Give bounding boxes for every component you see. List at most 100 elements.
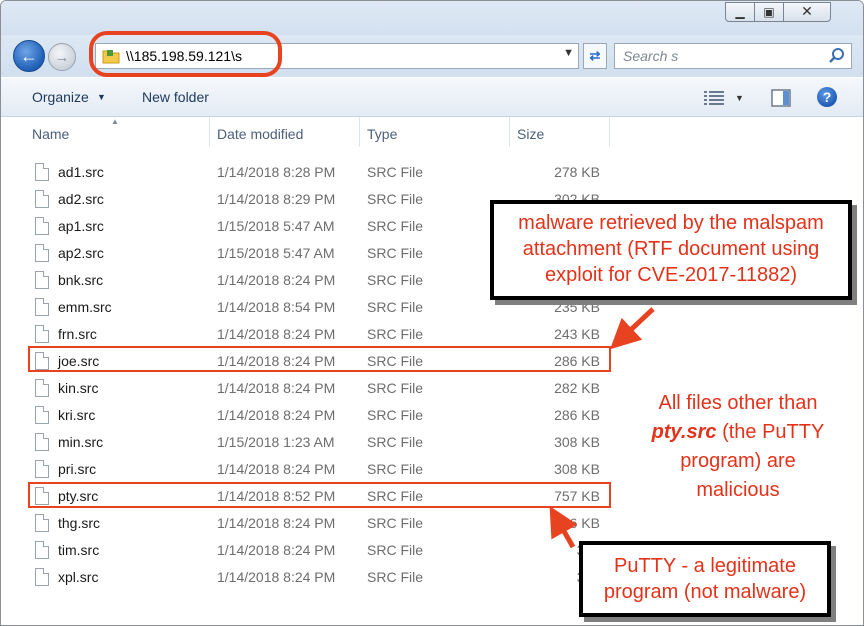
address-dropdown-icon[interactable]: ▼ <box>563 47 574 59</box>
column-size[interactable]: Size <box>517 126 544 142</box>
file-type: SRC File <box>367 299 424 315</box>
file-size: 243 KB <box>554 326 600 342</box>
putty-callout: PuTTY - a legitimate program (not malwar… <box>579 541 831 617</box>
column-divider[interactable] <box>609 117 610 147</box>
file-icon <box>35 514 49 532</box>
file-size: 308 KB <box>554 461 600 477</box>
arrow-to-pty-icon <box>549 505 578 549</box>
file-icon <box>35 379 49 397</box>
callout-line: exploit for CVE-2017-11882) <box>545 264 797 286</box>
file-name: kri.src <box>58 407 96 423</box>
file-name: xpl.src <box>58 569 99 585</box>
refresh-icon: ⇄ <box>589 48 601 63</box>
help-icon[interactable]: ? <box>817 87 837 107</box>
file-type: SRC File <box>367 218 424 234</box>
refresh-button[interactable]: ⇄ <box>583 43 607 69</box>
search-icon[interactable] <box>828 47 846 65</box>
column-divider[interactable] <box>359 117 360 147</box>
file-name: frn.src <box>58 326 97 342</box>
arrow-to-joe-icon <box>610 307 655 350</box>
file-date: 1/15/2018 5:47 AM <box>217 245 335 261</box>
malware-callout: malware retrieved by the malspam attachm… <box>490 200 852 300</box>
back-arrow-icon: ← <box>20 45 38 66</box>
note-line: All files other than <box>658 392 818 414</box>
callout-line: PuTTY - a legitimate <box>614 555 796 577</box>
callout-line: malware retrieved by the malspam <box>518 212 824 234</box>
file-size: 235 KB <box>554 299 600 315</box>
file-date: 1/14/2018 8:24 PM <box>217 272 336 288</box>
back-button[interactable]: ← <box>13 40 45 72</box>
details-view-icon[interactable] <box>704 90 724 106</box>
column-type[interactable]: Type <box>367 126 397 142</box>
minimize-icon: ▁ <box>735 5 745 19</box>
file-date: 1/15/2018 5:47 AM <box>217 218 335 234</box>
column-name[interactable]: Name <box>32 126 69 142</box>
file-date: 1/15/2018 1:23 AM <box>217 434 335 450</box>
forward-button[interactable]: → <box>48 43 76 71</box>
search-box[interactable]: Search s <box>614 43 852 69</box>
file-type: SRC File <box>367 164 424 180</box>
file-name: ad1.src <box>58 164 104 180</box>
file-row[interactable]: pri.src 1/14/2018 8:24 PM SRC File 308 KB <box>1 455 701 482</box>
column-date-modified[interactable]: Date modified <box>217 126 303 142</box>
column-headers: ▲ Name Date modified Type Size <box>1 117 863 147</box>
file-date: 1/14/2018 8:24 PM <box>217 515 336 531</box>
file-type: SRC File <box>367 191 424 207</box>
file-type: SRC File <box>367 380 424 396</box>
file-icon <box>35 460 49 478</box>
sort-ascending-icon: ▲ <box>111 117 119 126</box>
highlight-pty-row <box>28 482 611 508</box>
file-type: SRC File <box>367 407 424 423</box>
maximize-icon: ▣ <box>763 5 775 19</box>
view-options-caret-icon[interactable]: ▼ <box>735 93 744 103</box>
file-name: thg.src <box>58 515 101 531</box>
column-divider[interactable] <box>209 117 210 147</box>
preview-pane-icon[interactable] <box>771 89 791 107</box>
file-type: SRC File <box>367 515 424 531</box>
file-date: 1/14/2018 8:54 PM <box>217 299 336 315</box>
minimize-button[interactable]: ▁ <box>725 2 755 22</box>
close-icon: ✕ <box>801 4 813 20</box>
file-date: 1/14/2018 8:29 PM <box>217 191 336 207</box>
file-type: SRC File <box>367 434 424 450</box>
callout-line: attachment (RTF document using <box>522 238 820 260</box>
file-type: SRC File <box>367 542 424 558</box>
note-line: program) are <box>680 450 796 472</box>
file-icon <box>35 325 49 343</box>
file-row[interactable]: min.src 1/15/2018 1:23 AM SRC File 308 KB <box>1 428 701 455</box>
file-icon <box>35 190 49 208</box>
highlight-joe-row <box>28 346 611 372</box>
new-folder-button[interactable]: New folder <box>142 89 209 105</box>
file-row[interactable]: kin.src 1/14/2018 8:24 PM SRC File 282 KB <box>1 374 701 401</box>
file-date: 1/14/2018 8:24 PM <box>217 461 336 477</box>
file-row[interactable]: frn.src 1/14/2018 8:24 PM SRC File 243 KB <box>1 320 701 347</box>
organize-menu[interactable]: Organize <box>32 89 89 105</box>
file-icon <box>35 568 49 586</box>
file-date: 1/14/2018 8:24 PM <box>217 569 336 585</box>
file-row[interactable]: ad1.src 1/14/2018 8:28 PM SRC File 278 KB <box>1 158 701 185</box>
file-type: SRC File <box>367 326 424 342</box>
column-divider[interactable] <box>509 117 510 147</box>
file-name: ap2.src <box>58 245 104 261</box>
file-size: 278 KB <box>554 164 600 180</box>
callout-line: program (not malware) <box>603 581 807 603</box>
file-icon <box>35 298 49 316</box>
file-row[interactable]: thg.src 1/14/2018 8:24 PM SRC File 296 KB <box>1 509 701 536</box>
file-name: kin.src <box>58 380 99 396</box>
file-row[interactable]: kri.src 1/14/2018 8:24 PM SRC File 286 KB <box>1 401 701 428</box>
file-name: bnk.src <box>58 272 104 288</box>
note-emphasis: pty.src <box>651 421 717 443</box>
file-date: 1/14/2018 8:24 PM <box>217 407 336 423</box>
command-toolbar: Organize ▼ New folder ▼ ? <box>1 77 863 117</box>
note-line: malicious <box>696 479 780 501</box>
file-name: emm.src <box>58 299 112 315</box>
file-name: min.src <box>58 434 104 450</box>
file-name: pri.src <box>58 461 97 477</box>
file-size: 308 KB <box>554 434 600 450</box>
file-date: 1/14/2018 8:28 PM <box>217 164 336 180</box>
organize-caret-icon[interactable]: ▼ <box>97 92 106 102</box>
close-button[interactable]: ✕ <box>783 2 831 22</box>
file-icon <box>35 217 49 235</box>
search-input[interactable]: Search s <box>623 48 678 64</box>
maximize-button[interactable]: ▣ <box>754 2 784 22</box>
